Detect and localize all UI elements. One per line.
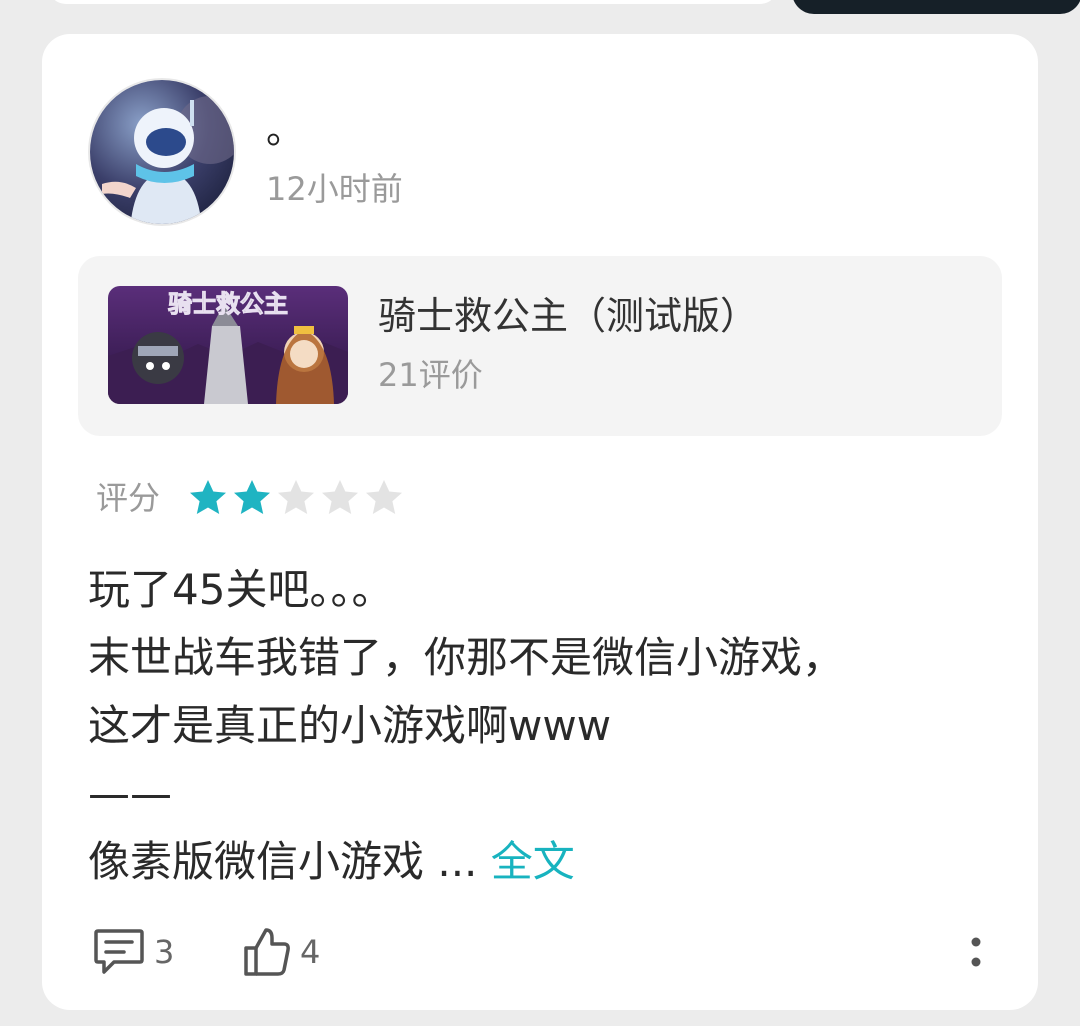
comment-button[interactable]: 3 xyxy=(92,922,174,982)
review-line: —— xyxy=(88,769,172,818)
rating-stars xyxy=(188,478,404,518)
game-thumbnail: 骑士救公主 xyxy=(108,286,348,404)
game-thumb-title: 骑士救公主 xyxy=(168,290,288,318)
star-filled-icon xyxy=(234,480,270,514)
star-empty-icon xyxy=(322,480,358,514)
previous-card-edge xyxy=(48,0,778,4)
floating-action-bar[interactable] xyxy=(792,0,1080,14)
comment-icon xyxy=(94,929,144,974)
review-card: 。 12小时前 骑士救公主 骑士救公主（测试版） 21评价 评分 玩了45关吧。… xyxy=(42,34,1038,1010)
game-review-count: 21评价 xyxy=(378,356,483,394)
like-count: 4 xyxy=(300,933,321,971)
read-more-link[interactable]: 全文 xyxy=(491,837,575,886)
rating-label: 评分 xyxy=(96,479,161,517)
thumbs-up-icon xyxy=(244,928,290,976)
game-link-card[interactable]: 骑士救公主 骑士救公主（测试版） 21评价 xyxy=(78,256,1002,436)
star-empty-icon xyxy=(278,480,314,514)
avatar[interactable] xyxy=(88,78,236,226)
more-vertical-icon xyxy=(971,937,981,967)
more-options-button[interactable] xyxy=(968,922,984,982)
review-line-last: 像素版微信小游戏 ... 全文 xyxy=(88,828,988,896)
star-empty-icon xyxy=(366,480,402,514)
username[interactable]: 。 xyxy=(266,106,304,154)
comment-count: 3 xyxy=(154,933,175,971)
like-button[interactable]: 4 xyxy=(242,922,320,982)
action-bar: 3 4 xyxy=(88,922,998,982)
review-line: 末世战车我错了，你那不是微信小游戏， xyxy=(88,633,845,682)
star-filled-icon xyxy=(190,480,226,514)
post-time: 12小时前 xyxy=(266,170,403,208)
game-title[interactable]: 骑士救公主（测试版） xyxy=(378,292,758,340)
review-body[interactable]: 玩了45关吧。。。 末世战车我错了，你那不是微信小游戏， 这才是真正的小游戏啊w… xyxy=(88,556,988,896)
review-line: 玩了45关吧。。。 xyxy=(88,565,394,614)
review-line: 像素版微信小游戏 ... xyxy=(88,837,478,886)
review-line: 这才是真正的小游戏啊www xyxy=(88,701,612,750)
